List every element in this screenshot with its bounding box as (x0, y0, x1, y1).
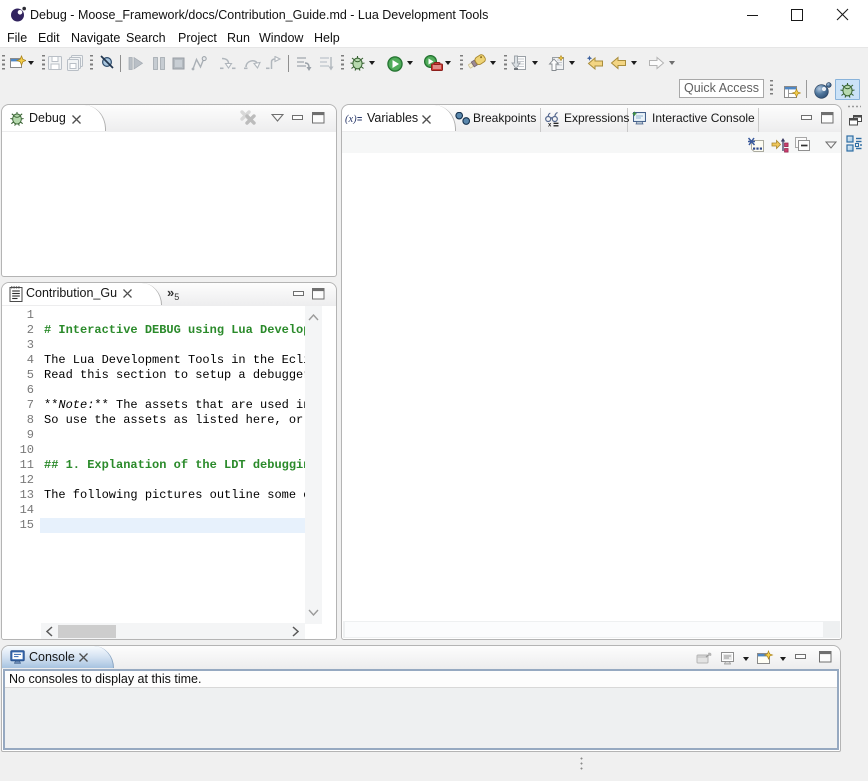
svg-text:(x): (x) (345, 114, 357, 124)
svg-text:=: = (357, 114, 362, 124)
svg-text:x: x (548, 123, 552, 128)
